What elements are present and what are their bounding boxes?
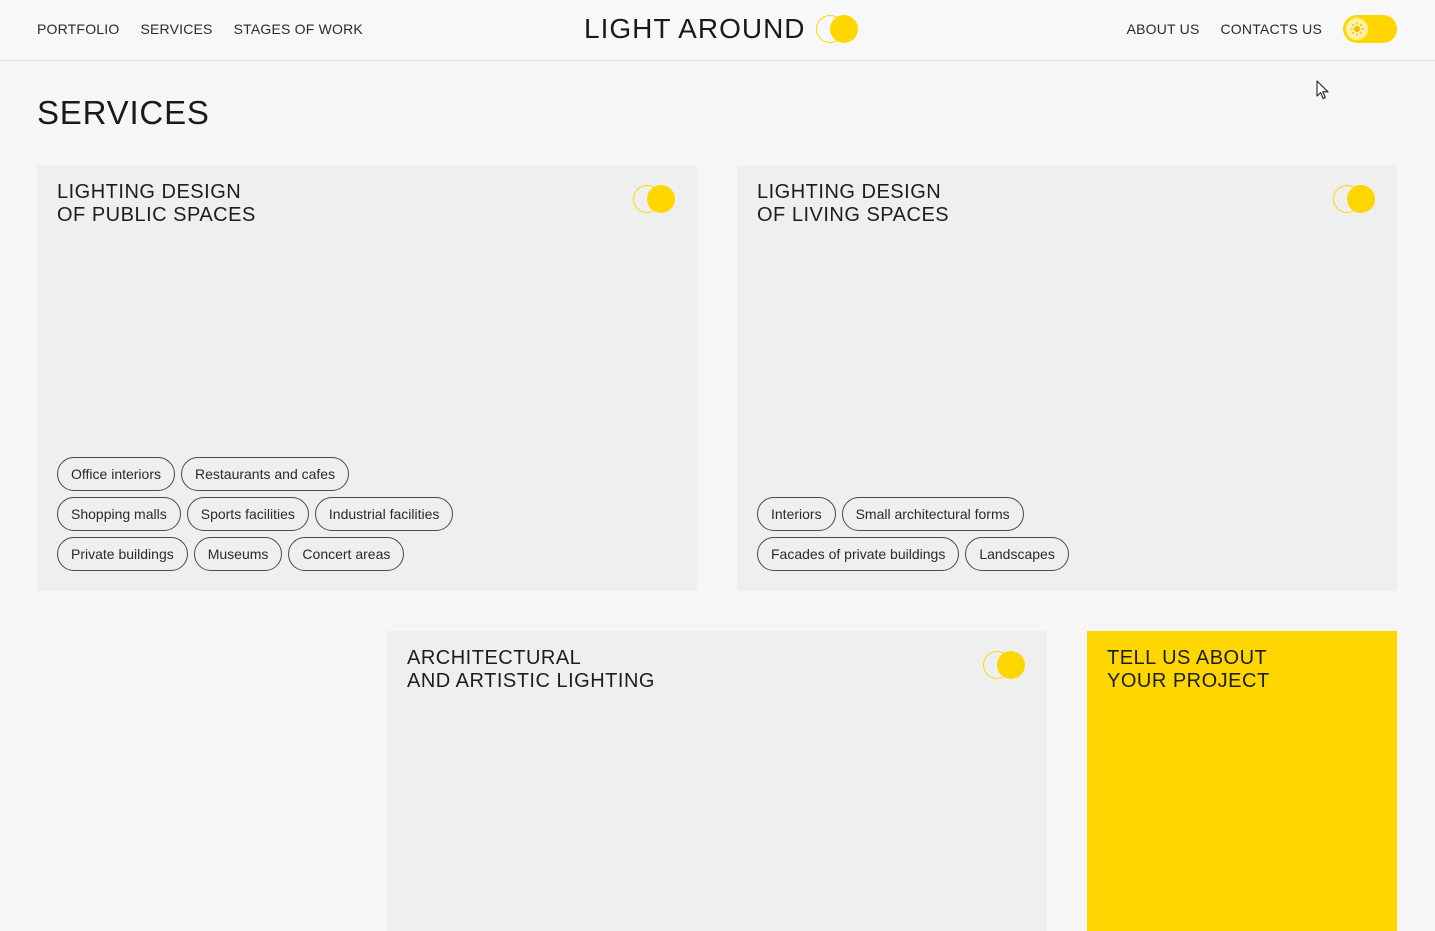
nav-stages-of-work[interactable]: STAGES OF WORK [234,19,363,39]
nav-services[interactable]: SERVICES [140,19,212,39]
tag-row: Interiors Small architectural forms [757,497,1069,531]
tag-sports-facilities[interactable]: Sports facilities [186,497,309,531]
cta-title: TELL US ABOUT YOUR PROJECT [1107,647,1270,692]
logo-mark-icon [633,184,677,214]
tag-office-interiors[interactable]: Office interiors [57,457,175,491]
card-title: ARCHITECTURAL AND ARTISTIC LIGHTING [407,647,655,692]
tag-restaurants-and-cafes[interactable]: Restaurants and cafes [181,457,350,491]
tag-concert-areas[interactable]: Concert areas [288,537,405,571]
theme-toggle[interactable] [1343,15,1397,43]
card-title: LIGHTING DESIGN OF LIVING SPACES [757,181,950,226]
tag-museums[interactable]: Museums [193,537,283,571]
sun-icon [1350,22,1364,36]
nav-left: PORTFOLIO SERVICES STAGES OF WORK [37,19,363,39]
cta-card-tell-us-about-project[interactable]: TELL US ABOUT YOUR PROJECT [1087,631,1397,931]
site-header: PORTFOLIO SERVICES STAGES OF WORK LIGHT … [0,0,1435,61]
service-card-living-spaces[interactable]: LIGHTING DESIGN OF LIVING SPACES Interio… [737,165,1397,591]
tag-list: Interiors Small architectural forms Faca… [757,497,1069,571]
logo-mark-icon [815,14,860,44]
tag-interiors[interactable]: Interiors [757,497,836,531]
nav-about-us[interactable]: ABOUT US [1127,19,1200,39]
logo-mark-icon [983,650,1027,680]
tag-row: Shopping malls Sports facilities Industr… [57,497,454,531]
tag-row: Facades of private buildings Landscapes [757,537,1069,571]
tag-list: Office interiors Restaurants and cafes S… [57,457,454,571]
card-title: LIGHTING DESIGN OF PUBLIC SPACES [57,181,256,226]
logo[interactable]: LIGHT AROUND [584,12,860,46]
tag-row: Private buildings Museums Concert areas [57,537,453,571]
tag-small-architectural-forms[interactable]: Small architectural forms [841,497,1024,531]
tag-private-buildings[interactable]: Private buildings [57,537,188,571]
nav-contacts-us[interactable]: CONTACTS US [1221,19,1323,39]
tag-shopping-malls[interactable]: Shopping malls [57,497,181,531]
tag-landscapes[interactable]: Landscapes [965,537,1069,571]
page-title: SERVICES [37,94,210,131]
service-card-architectural-lighting[interactable]: ARCHITECTURAL AND ARTISTIC LIGHTING [387,631,1047,931]
tag-industrial-facilities[interactable]: Industrial facilities [314,497,454,531]
cursor-icon [1316,80,1329,100]
tag-facades-of-private-buildings[interactable]: Facades of private buildings [757,537,960,571]
nav-right: ABOUT US CONTACTS US [1127,19,1322,39]
tag-row: Office interiors Restaurants and cafes [57,457,453,491]
nav-portfolio[interactable]: PORTFOLIO [37,19,119,39]
logo-mark-icon [1333,184,1377,214]
logo-text: LIGHT AROUND [584,13,806,44]
service-card-public-spaces[interactable]: LIGHTING DESIGN OF PUBLIC SPACES Office … [37,165,697,591]
